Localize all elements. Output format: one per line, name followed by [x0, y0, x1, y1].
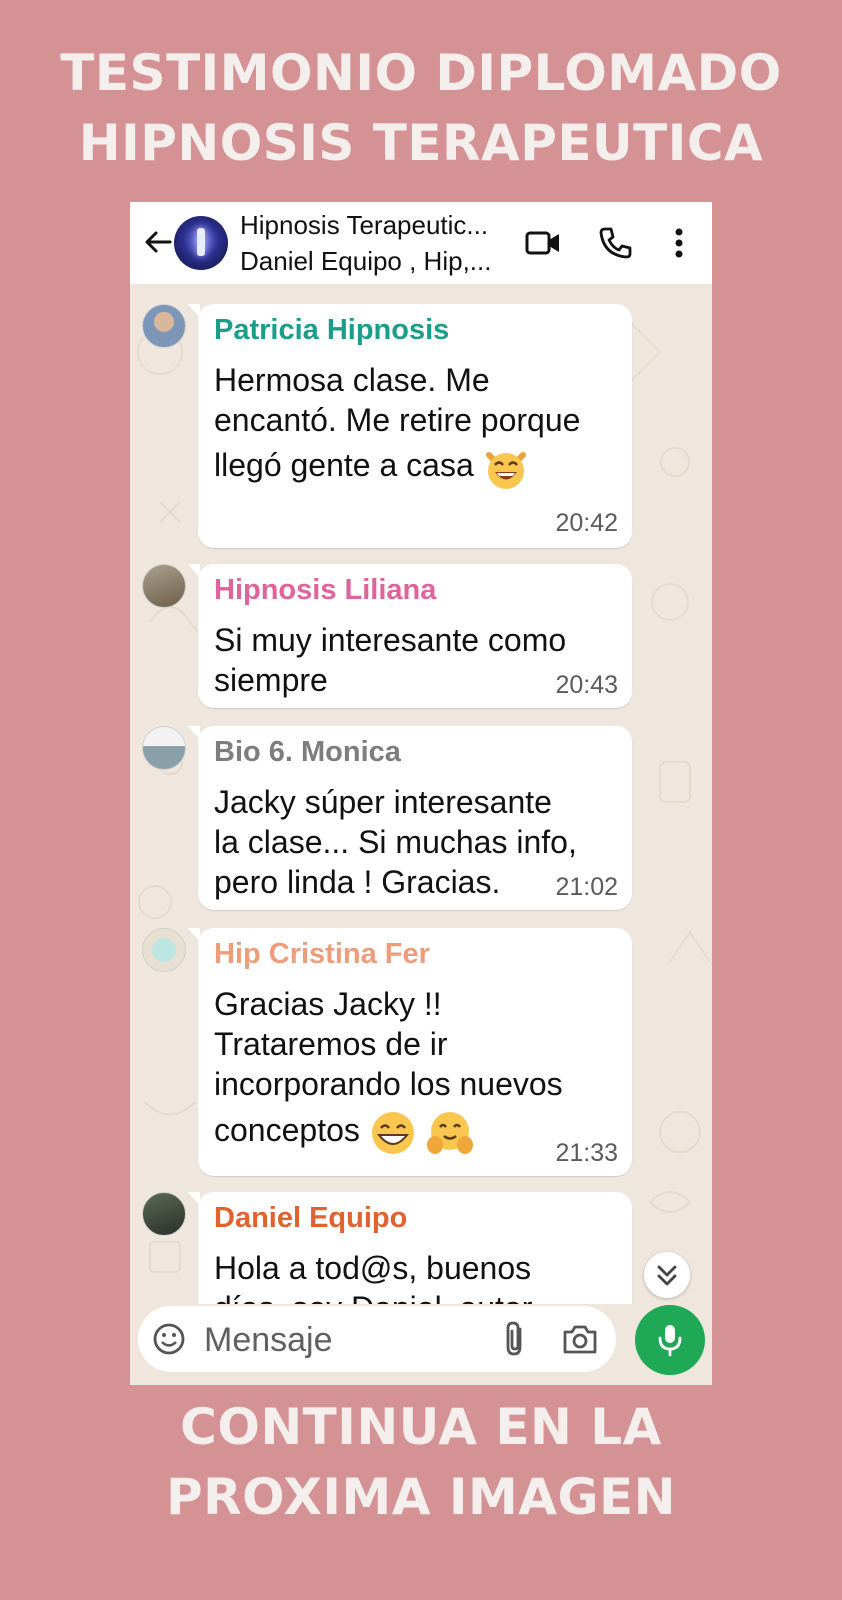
message-line: la clase... Si muchas info,	[214, 824, 577, 860]
message-text: Hermosa clase. Me encantó. Me retire por…	[214, 360, 614, 490]
double-chevron-down-icon	[657, 1265, 677, 1286]
camera-icon[interactable]	[562, 1322, 598, 1356]
message-line: encantó. Me retire porque	[214, 402, 581, 438]
sender-name: Daniel Equipo	[214, 1202, 408, 1234]
message-item: Daniel Equipo Hola a tod@s, buenos días,…	[130, 1192, 712, 1304]
top-heading-line-2: HIPNOSIS TERAPEUTICA	[78, 114, 764, 172]
message-bubble[interactable]: Patricia Hipnosis Hermosa clase. Me enca…	[188, 304, 632, 548]
chat-screenshot: Hipnosis Terapeutic... Daniel Equipo , H…	[130, 202, 712, 1385]
voice-message-button[interactable]	[635, 1305, 705, 1375]
bottom-heading-line-2: PROXIMA IMAGEN	[166, 1468, 676, 1526]
message-line: Jacky súper interesante	[214, 784, 552, 820]
message-line: llegó gente a casa	[214, 447, 474, 483]
message-item: Hipnosis Liliana Si muy interesante como…	[130, 564, 712, 708]
message-line: Hola a tod@s, buenos	[214, 1250, 532, 1286]
sender-name: Hipnosis Liliana	[214, 574, 437, 606]
message-item: Bio 6. Monica Jacky súper interesante la…	[130, 726, 712, 910]
top-heading: TESTIMONIO DIPLOMADO HIPNOSIS TERAPEUTIC…	[0, 38, 842, 178]
message-time: 21:33	[555, 1139, 618, 1167]
avatar[interactable]	[142, 564, 186, 608]
back-arrow-icon[interactable]	[142, 226, 174, 258]
video-call-icon[interactable]	[524, 224, 562, 262]
phone-icon[interactable]	[596, 224, 634, 262]
message-time: 20:42	[555, 509, 618, 537]
grinning-emoji	[371, 1111, 414, 1154]
more-vert-icon[interactable]	[660, 224, 698, 262]
message-item: Hip Cristina Fer Gracias Jacky !! Tratar…	[130, 928, 712, 1176]
message-bubble[interactable]: Daniel Equipo Hola a tod@s, buenos días,…	[188, 1192, 632, 1304]
message-bubble[interactable]: Bio 6. Monica Jacky súper interesante la…	[188, 726, 632, 910]
message-time: 20:43	[555, 671, 618, 699]
message-text: Jacky súper interesante la clase... Si m…	[214, 782, 614, 902]
message-line: siempre	[214, 662, 328, 698]
chat-participants[interactable]: Daniel Equipo , Hip,...	[240, 244, 491, 278]
sender-name: Bio 6. Monica	[214, 736, 401, 768]
message-line: Si muy interesante como	[214, 622, 567, 658]
avatar[interactable]	[142, 726, 186, 770]
message-line: incorporando los nuevos	[214, 1066, 563, 1102]
message-item: Patricia Hipnosis Hermosa clase. Me enca…	[130, 304, 712, 548]
message-time: 21:02	[555, 873, 618, 901]
bottom-heading-line-1: CONTINUA EN LA	[180, 1398, 662, 1456]
message-list[interactable]: Patricia Hipnosis Hermosa clase. Me enca…	[130, 284, 712, 1304]
chat-header: Hipnosis Terapeutic... Daniel Equipo , H…	[130, 202, 712, 284]
sender-name: Patricia Hipnosis	[214, 314, 450, 346]
message-input[interactable]	[202, 1318, 486, 1362]
microphone-icon	[658, 1325, 682, 1357]
message-text: Hola a tod@s, buenos días, soy Daniel, a…	[214, 1248, 614, 1304]
avatar[interactable]	[142, 928, 186, 972]
message-line: Hermosa clase. Me	[214, 362, 490, 398]
emoji-icon[interactable]	[152, 1322, 186, 1356]
group-avatar[interactable]	[174, 216, 228, 270]
grinning-cat-emoji	[485, 451, 526, 489]
sender-name: Hip Cristina Fer	[214, 938, 430, 970]
message-line: días, soy Daniel, autor	[214, 1288, 614, 1304]
message-composer	[138, 1306, 616, 1372]
message-line: conceptos	[214, 1112, 360, 1148]
avatar[interactable]	[142, 1192, 186, 1236]
bottom-heading: CONTINUA EN LA PROXIMA IMAGEN	[0, 1392, 842, 1532]
chat-title[interactable]: Hipnosis Terapeutic...	[240, 208, 488, 242]
avatar[interactable]	[142, 304, 186, 348]
message-text: Gracias Jacky !! Trataremos de ir incorp…	[214, 984, 614, 1156]
message-line: Trataremos de ir	[214, 1026, 448, 1062]
top-heading-line-1: TESTIMONIO DIPLOMADO	[60, 44, 782, 102]
paperclip-icon[interactable]	[498, 1320, 534, 1358]
message-bubble[interactable]: Hip Cristina Fer Gracias Jacky !! Tratar…	[188, 928, 632, 1176]
scroll-to-bottom-button[interactable]	[644, 1252, 690, 1298]
message-line: Gracias Jacky !!	[214, 986, 442, 1022]
message-text: Si muy interesante como siempre	[214, 620, 614, 700]
message-bubble[interactable]: Hipnosis Liliana Si muy interesante como…	[188, 564, 632, 708]
message-line: pero linda ! Gracias.	[214, 864, 501, 900]
hugging-emoji	[426, 1111, 473, 1154]
